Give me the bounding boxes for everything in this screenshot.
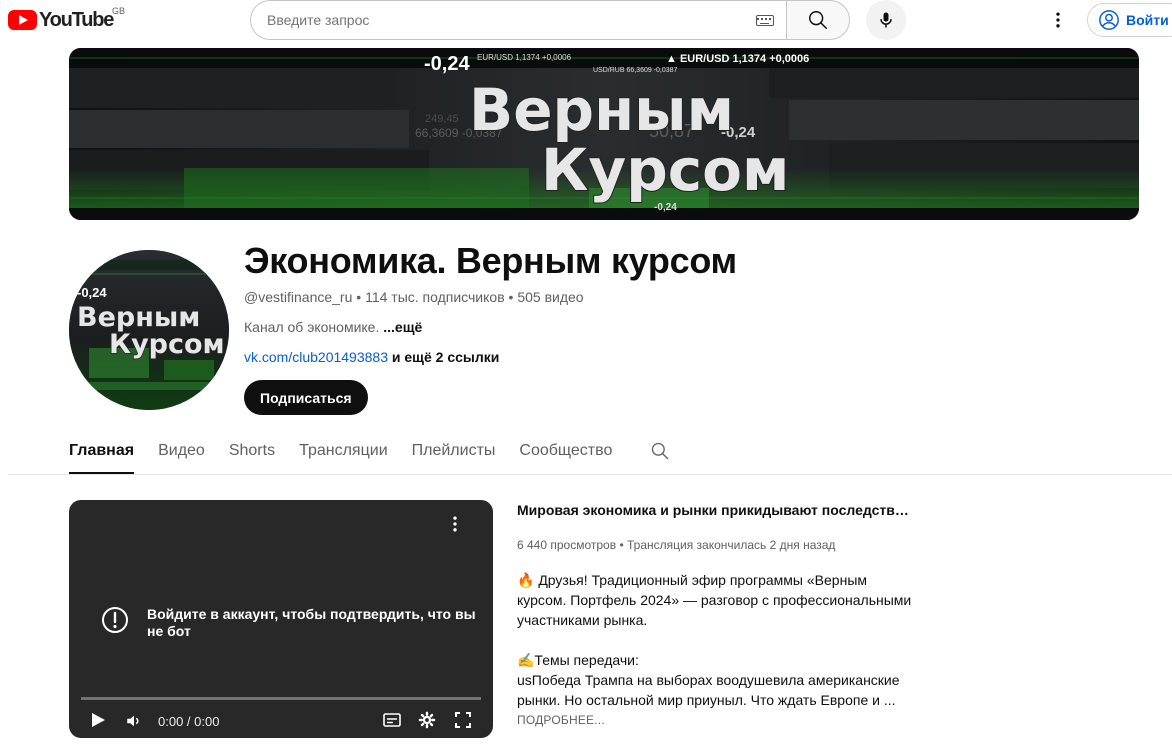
player-controls: 0:00 / 0:00 (69, 706, 493, 736)
description-line-1: 🔥 Друзья! Традиционный эфир программы «В… (517, 572, 912, 628)
subscribe-button[interactable]: Подписаться (244, 380, 368, 415)
meta-separator: • (356, 289, 366, 305)
description-more-link[interactable]: ...ещё (383, 319, 422, 335)
fullscreen-icon[interactable] (454, 711, 472, 729)
search-input[interactable] (267, 12, 727, 28)
channel-handle: @vestifinance_ru (244, 289, 353, 305)
channel-links: vk.com/club201493883 и ещё 2 ссылки (244, 349, 499, 365)
search-bar (250, 0, 850, 40)
channel-search-icon[interactable] (650, 441, 670, 461)
channel-avatar[interactable]: -0,24 Верным Курсом (69, 250, 229, 410)
search-box[interactable] (250, 0, 786, 40)
channel-meta: @vestifinance_ru • 114 тыс. подписчиков … (244, 289, 584, 305)
keyboard-icon[interactable] (756, 15, 774, 26)
microphone-icon (880, 12, 892, 28)
channel-description[interactable]: Канал об экономике. ...ещё (244, 319, 422, 335)
description-line-2: ✍️Темы передачи: (517, 652, 639, 668)
subscriber-count: 114 тыс. подписчиков (365, 289, 505, 305)
video-count: 505 видео (517, 289, 584, 305)
avatar-artwork: -0,24 Верным Курсом (69, 250, 229, 410)
player-error-message: Войдите в аккаунт, чтобы подтвердить, чт… (101, 606, 477, 640)
view-count: 6 440 просмотров (517, 538, 617, 552)
settings-menu-button[interactable] (1046, 8, 1070, 32)
video-description: 🔥 Друзья! Традиционный эфир программы «В… (517, 570, 917, 710)
avatar-title-line2: Курсом (109, 329, 225, 360)
read-more-link[interactable]: ПОДРОБНЕЕ... (517, 713, 605, 727)
banner-artwork: -0,24 EUR/USD 1,1374 +0,0006 USD/RUB 66,… (69, 48, 1139, 220)
banner-ticker-2: EUR/USD 1,1374 +0,0006 (477, 53, 572, 62)
settings-gear-icon[interactable] (418, 711, 436, 729)
player-more-icon[interactable] (445, 514, 465, 534)
play-icon[interactable] (89, 710, 107, 730)
tab-live[interactable]: Трансляции (299, 432, 388, 474)
avatar-ticker: -0,24 (77, 285, 107, 300)
stream-status: Трансляция закончилась 2 дня назад (626, 538, 836, 552)
video-meta: 6 440 просмотров • Трансляция закончилас… (517, 538, 835, 552)
player-message-text: Войдите в аккаунт, чтобы подтвердить, чт… (147, 606, 476, 639)
meta-separator: • (508, 289, 518, 305)
subtitles-icon[interactable] (383, 713, 401, 727)
search-icon (809, 11, 827, 29)
banner-ticker-3: USD/RUB 66,3609 -0,0387 (593, 67, 678, 74)
tab-videos[interactable]: Видео (158, 432, 205, 474)
banner-ticker-1: -0,24 (424, 53, 470, 75)
more-vert-icon (1056, 12, 1060, 28)
banner-ticker-5: ▲ EUR/USD 1,1374 +0,0006 (666, 53, 809, 65)
volume-icon[interactable] (125, 712, 143, 730)
tab-home[interactable]: Главная (69, 432, 135, 474)
alert-icon (102, 607, 128, 633)
progress-bar[interactable] (81, 697, 481, 700)
signin-label: Войти (1126, 12, 1169, 28)
video-player[interactable]: Войдите в аккаунт, чтобы подтвердить, чт… (69, 500, 493, 738)
channel-tabs: Главная Видео Shorts Трансляции Плейлист… (69, 432, 636, 474)
search-button[interactable] (786, 0, 850, 40)
signin-button[interactable]: Войти (1087, 3, 1172, 37)
description-line-3: usПобеда Трампа на выборах воодушевила а… (517, 672, 900, 708)
tab-playlists[interactable]: Плейлисты (412, 432, 496, 474)
account-circle-icon (1099, 10, 1119, 30)
tab-community[interactable]: Сообщество (519, 432, 612, 474)
more-links-button[interactable]: и ещё 2 ссылки (392, 349, 499, 365)
channel-link-vk[interactable]: vk.com/club201493883 (244, 349, 388, 365)
youtube-play-icon (8, 10, 37, 30)
description-text: Канал об экономике. (244, 319, 380, 335)
time-display: 0:00 / 0:00 (158, 714, 220, 729)
channel-title: Экономика. Верным курсом (244, 240, 737, 281)
meta-separator: • (619, 538, 627, 552)
banner-ticker-8: 249,45 (425, 113, 459, 125)
video-title[interactable]: Мировая экономика и рынки прикидывают по… (517, 502, 917, 518)
youtube-logo[interactable]: YouTube GB (8, 6, 125, 31)
banner-title-line2: Курсом (541, 136, 789, 204)
voice-search-button[interactable] (866, 0, 906, 40)
logo-text: YouTube (39, 8, 114, 31)
channel-banner: -0,24 EUR/USD 1,1374 +0,0006 USD/RUB 66,… (69, 48, 1139, 220)
masthead: YouTube GB Войти (0, 0, 1172, 40)
tab-shorts[interactable]: Shorts (229, 432, 275, 474)
logo-region: GB (112, 6, 126, 16)
tabs-divider (8, 474, 1172, 475)
banner-title-line1: Верным (469, 76, 734, 144)
